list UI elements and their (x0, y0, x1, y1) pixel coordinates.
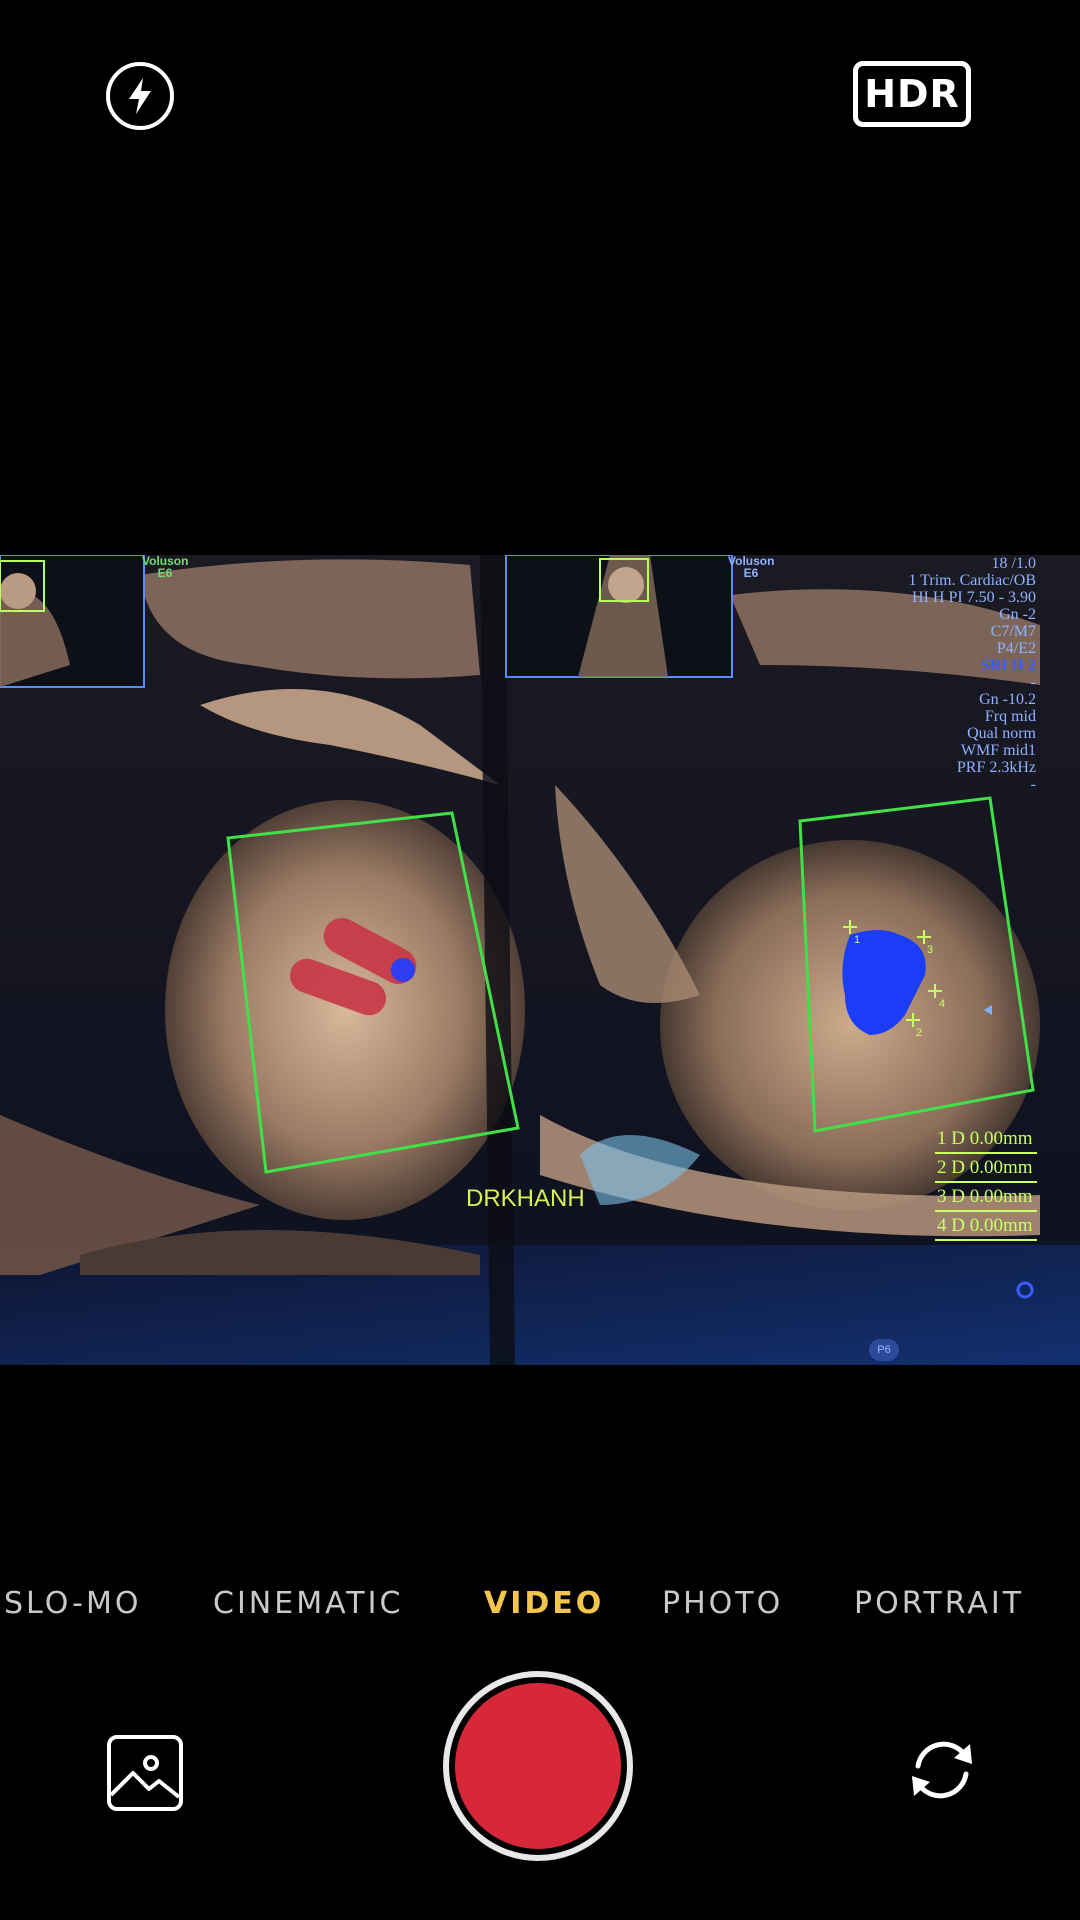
record-shutter-icon (455, 1683, 621, 1849)
mode-slo-mo[interactable]: SLO-MO (4, 1586, 141, 1621)
setting-line: P4/E2 (996, 640, 1036, 657)
switch-camera-button[interactable] (900, 1728, 984, 1812)
photo-gallery-icon (111, 1755, 179, 1799)
ultrasound-settings: 18 /1.0 1 Trim. Cardiac/OB HI H PI 7.50 … (908, 555, 1036, 793)
mode-cinematic[interactable]: CINEMATIC (213, 1586, 403, 1621)
switch-camera-icon (912, 1741, 972, 1799)
mode-video[interactable]: VIDEO (484, 1586, 604, 1621)
top-bar: HDR (0, 0, 1080, 190)
setting-line: Frq mid (984, 708, 1036, 725)
gallery-button[interactable] (107, 1735, 183, 1811)
setting-line: Qual norm (967, 725, 1036, 742)
measurement-row: 2 D 0.00mm (935, 1154, 1037, 1183)
caliper-label: 3 (927, 944, 933, 956)
setting-line: - (1030, 776, 1036, 793)
setting-line: Gn -2 (999, 606, 1036, 623)
setting-line: Gn -10.2 (979, 691, 1036, 708)
measurement-row: 3 D 0.00mm (935, 1183, 1037, 1212)
hdr-button[interactable]: HDR (853, 61, 971, 127)
annotation-text: DRKHANH (466, 1185, 585, 1212)
mode-selector: SLO-MO CINEMATIC VIDEO PHOTO PORTRAIT (0, 1586, 1080, 1636)
brand-model: E6 (743, 566, 759, 580)
setting-line: HI H PI 7.50 - 3.90 (912, 589, 1036, 606)
mode-portrait[interactable]: PORTRAIT (854, 1586, 1024, 1621)
flash-button[interactable] (106, 62, 174, 130)
setting-line: 18 /1.0 (991, 555, 1036, 572)
page-badge: P6 (869, 1339, 899, 1361)
setting-line: 1 Trim. Cardiac/OB (908, 572, 1036, 589)
setting-line: C7/M7 (990, 623, 1036, 640)
caliper-label: 1 (854, 934, 860, 946)
camera-viewfinder[interactable]: 1 3 4 2 Voluson E6 Voluson E6 18 /1.0 1 … (0, 555, 1080, 1365)
measurement-row: 1 D 0.00mm (935, 1125, 1037, 1154)
mode-photo[interactable]: PHOTO (662, 1586, 783, 1621)
setting-line: SRI II 2 (980, 657, 1036, 674)
measurement-row: 4 D 0.00mm (935, 1212, 1037, 1241)
caliper-label: 4 (939, 998, 945, 1010)
record-button[interactable] (443, 1671, 633, 1861)
hdr-label: HDR (864, 72, 960, 116)
caliper-label: 2 (916, 1027, 922, 1039)
setting-line: WMF mid1 (960, 742, 1036, 759)
left-brand: Voluson E6 (142, 555, 188, 579)
flash-bolt-icon (129, 78, 151, 114)
brand-model: E6 (157, 566, 173, 580)
setting-line: PRF 2.3kHz (956, 759, 1036, 776)
setting-line: - (1030, 674, 1036, 691)
measurement-list: 1 D 0.00mm 2 D 0.00mm 3 D 0.00mm 4 D 0.0… (935, 1125, 1037, 1241)
right-brand: Voluson E6 (728, 555, 774, 579)
